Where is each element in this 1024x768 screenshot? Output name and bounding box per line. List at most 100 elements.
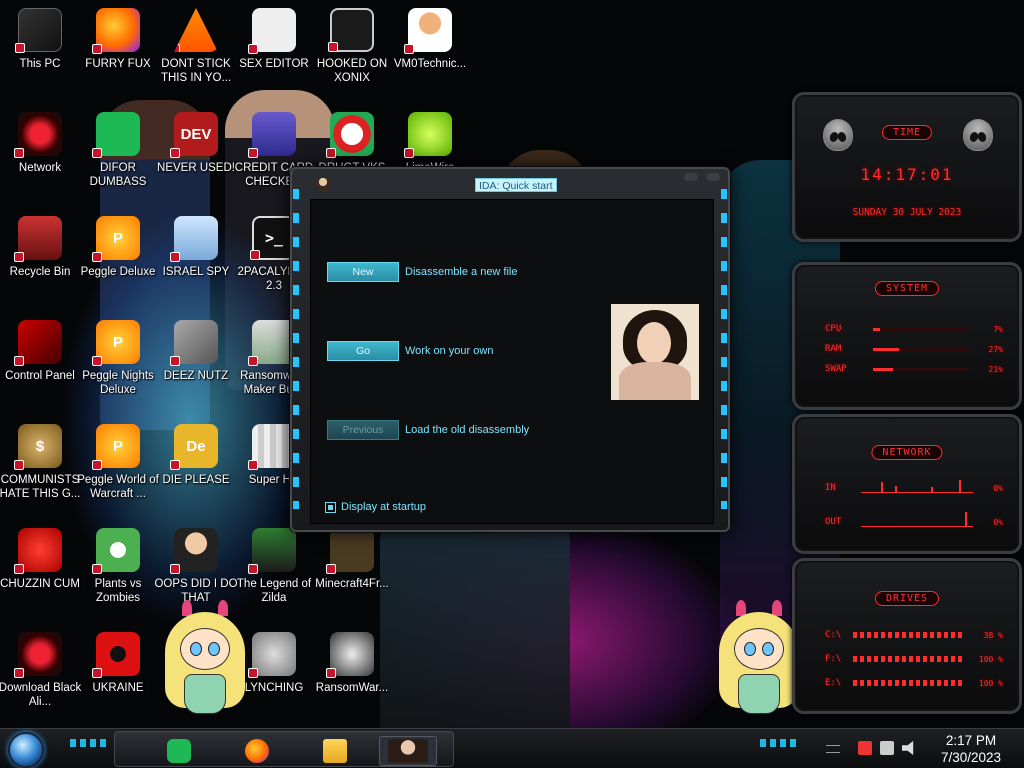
time-gadget[interactable]: TIME 14:17:01 SUNDAY 30 JULY 2023	[792, 92, 1022, 242]
desktop-icon-label: This PC	[19, 58, 61, 70]
desktop-icon[interactable]: UKRAINE	[78, 626, 158, 722]
chuzzle-icon	[14, 528, 62, 574]
control-panel-icon	[14, 320, 62, 366]
desktop-icon-label: Control Panel	[5, 370, 75, 382]
time-gadget-clock: 14:17:01	[860, 165, 954, 184]
cpu-bar-fill	[873, 327, 880, 331]
cpu-bar	[873, 327, 969, 331]
desktop-icon[interactable]: This PC	[0, 2, 80, 98]
drive-c-bar	[853, 632, 963, 638]
desktop-icon[interactable]: DEV NEVER USED!	[156, 106, 236, 202]
desktop-icon[interactable]: DEEZ NUTZ	[156, 314, 236, 410]
taskbar-file-explorer-button[interactable]	[309, 736, 361, 766]
desktop-icon-label: UKRAINE	[92, 682, 144, 694]
system-gadget[interactable]: SYSTEM CPU 7% RAM 27% SWAP 21%	[792, 262, 1022, 410]
desktop-icon[interactable]: P Peggle Nights Deluxe	[78, 314, 158, 410]
desktop-icon[interactable]: Network	[0, 106, 80, 202]
shortcut-arrow-icon	[14, 148, 24, 158]
desktop-icon[interactable]: P Peggle World of Warcraft ...	[77, 418, 159, 514]
desktop-icon-label: Download Black Ali...	[0, 682, 82, 708]
drive-f-row: F:\ 100 %	[825, 653, 1003, 665]
dev-icon: DEV	[170, 112, 218, 158]
desktop-icon[interactable]: Download Black Ali...	[0, 626, 82, 722]
ram-value: 27%	[988, 344, 1003, 354]
network-out-graph	[861, 511, 973, 527]
icon-glyph: $	[35, 437, 45, 455]
taskbar-spotify-button[interactable]	[153, 736, 205, 766]
shortcut-arrow-icon	[14, 460, 24, 470]
shortcut-arrow-icon	[92, 44, 102, 54]
drive-f-bar	[853, 656, 963, 662]
desktop-icon[interactable]: DONT STICK THIS IN YO...	[156, 2, 236, 98]
window-corner-decoration	[684, 173, 698, 181]
desktop-icon[interactable]: De DIE PLEASE	[156, 418, 236, 514]
cpu-row: CPU 7%	[825, 323, 1003, 335]
go-button[interactable]: Go	[327, 341, 399, 361]
network-in-value: 0%	[993, 484, 1003, 493]
drives-gadget[interactable]: DRIVES C:\ 38 % F:\ 100 % E:\ 100 %	[792, 558, 1022, 714]
star-butterfly-sticker-left	[160, 598, 250, 718]
drive-e-label: E:\	[825, 678, 842, 688]
desktop-icon[interactable]: FURRY FUX	[78, 2, 158, 98]
show-hidden-icons-button[interactable]	[826, 745, 840, 753]
desktop-icon-label: HOOKED ON XONIX	[316, 58, 388, 84]
volume-icon[interactable]	[902, 741, 914, 755]
taskbar-ida-button[interactable]	[379, 736, 437, 766]
display-at-startup-option[interactable]: Display at startup	[325, 501, 426, 513]
zelda-icon	[248, 528, 296, 574]
taskbar-clock[interactable]: 2:17 PM 7/30/2023	[926, 732, 1016, 766]
new-button[interactable]: New	[327, 262, 399, 282]
drives-gadget-title: DRIVES	[874, 591, 940, 606]
taskbar-firefox-button[interactable]	[231, 736, 283, 766]
network-gadget-title: NETWORK	[871, 445, 943, 460]
firefox-icon	[92, 8, 140, 54]
spotify-icon	[167, 739, 191, 763]
taskbar-time: 2:17 PM	[945, 733, 997, 748]
desktop-icon[interactable]: Minecraft4Fr...	[312, 522, 392, 618]
window-corner-decoration	[706, 173, 720, 181]
hxd-icon	[248, 8, 296, 54]
swap-row: SWAP 21%	[825, 363, 1003, 375]
desktop-icon-label: CHUZZIN CUM	[0, 578, 80, 590]
ida-quick-start-window: IDA: Quick start New Disassemble a new f…	[290, 167, 730, 532]
drive-f-label: F:\	[825, 654, 842, 664]
desktop-icon[interactable]: HOOKED ON XONIX	[312, 2, 392, 98]
desktop-icon[interactable]: Plants vs Zombies	[78, 522, 158, 618]
network-gadget[interactable]: NETWORK IN 0% OUT 0%	[792, 414, 1022, 554]
shortcut-arrow-icon	[248, 460, 258, 470]
previous-button-description: Load the old disassembly	[405, 424, 530, 436]
desktop-icon-label: NEVER USED!	[157, 162, 235, 174]
desktop-icon[interactable]: SEX EDITOR	[234, 2, 314, 98]
vlc-icon	[174, 8, 218, 52]
desktop-icon-label: DONT STICK THIS IN YO...	[160, 58, 232, 84]
desktop-icon-label: Peggle World of Warcraft ...	[77, 474, 159, 500]
desktop-icon[interactable]: DIFOR DUMBASS	[78, 106, 158, 202]
ram-bar-fill	[873, 347, 899, 351]
security-alert-icon[interactable]	[858, 741, 872, 755]
shortcut-arrow-icon	[170, 356, 180, 366]
desktop-icon[interactable]: P Peggle Deluxe	[78, 210, 158, 306]
display-at-startup-checkbox[interactable]	[325, 501, 336, 513]
shortcut-arrow-icon	[248, 356, 258, 366]
desktop-icon[interactable]: ISRAEL SPY	[156, 210, 236, 306]
firefox-icon	[245, 739, 269, 763]
network-tray-icon[interactable]	[880, 741, 894, 755]
shortcut-arrow-icon	[15, 43, 25, 53]
previous-button[interactable]: Previous	[327, 420, 399, 440]
cpu-label: CPU	[825, 324, 842, 334]
desktop-icon[interactable]: Control Panel	[0, 314, 80, 410]
peggle-icon: P	[92, 216, 140, 262]
desktop-icon[interactable]: RansomWar...	[312, 626, 392, 722]
desktop-icon[interactable]: $ COMMUNISTS HATE THIS G...	[0, 418, 80, 514]
icon-glyph: P	[112, 333, 123, 351]
network-out-value: 0%	[993, 518, 1003, 527]
shortcut-arrow-icon	[92, 460, 102, 470]
desktop-icon[interactable]: CHUZZIN CUM	[0, 522, 80, 618]
shortcut-arrow-icon	[14, 564, 24, 574]
system-gadget-title: SYSTEM	[874, 281, 940, 296]
shortcut-arrow-icon	[92, 668, 102, 678]
desktop-icon[interactable]: VM0Technic...	[390, 2, 470, 98]
desktop-icon[interactable]: Recycle Bin	[0, 210, 80, 306]
start-button[interactable]	[8, 732, 44, 768]
alienware-logo-icon	[963, 119, 993, 151]
